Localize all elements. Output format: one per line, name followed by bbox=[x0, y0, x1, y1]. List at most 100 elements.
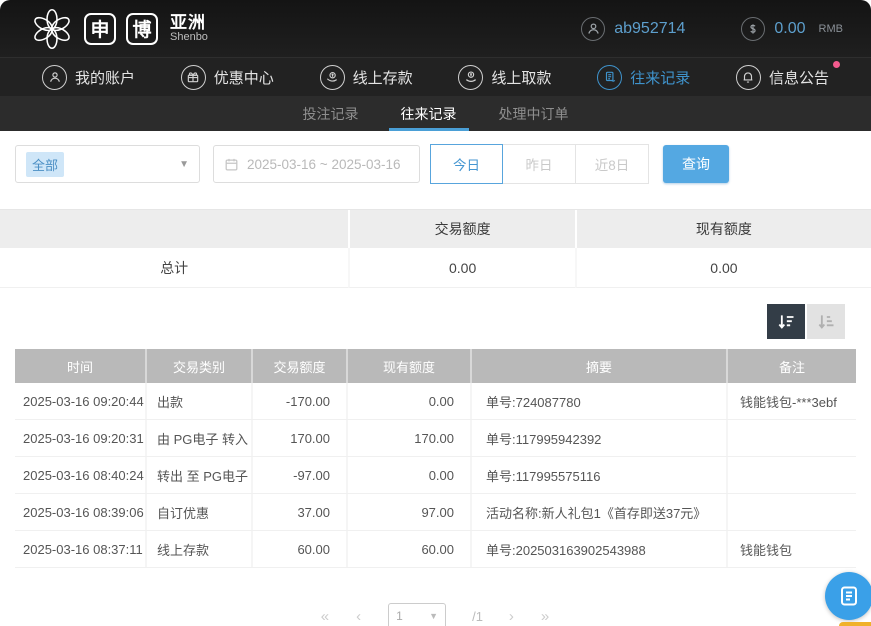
logo-char-bo: 博 bbox=[126, 13, 158, 45]
table-header-cell: 交易额度 bbox=[251, 349, 346, 383]
account-info[interactable]: ab952714 bbox=[581, 17, 685, 41]
balance-info[interactable]: 0.00 RMB bbox=[741, 17, 843, 41]
table-cell: 由 PG电子 转入 bbox=[145, 420, 251, 456]
records-icon bbox=[597, 65, 622, 90]
nav-item-deposit[interactable]: 线上存款 bbox=[320, 65, 413, 90]
tab-pending-orders[interactable]: 处理中订单 bbox=[493, 96, 575, 131]
table-cell: 2025-03-16 09:20:31 bbox=[15, 420, 145, 456]
table-cell: 2025-03-16 08:39:06 bbox=[15, 494, 145, 530]
balance-currency: RMB bbox=[819, 23, 843, 35]
table-cell: 线上存款 bbox=[145, 531, 251, 567]
table-header-cell: 时间 bbox=[15, 349, 145, 383]
table-cell: 60.00 bbox=[251, 531, 346, 567]
quick-date-group: 今日 昨日 近8日 bbox=[430, 144, 649, 184]
nav-label: 往来记录 bbox=[630, 67, 690, 88]
nav-item-promotions[interactable]: 优惠中心 bbox=[181, 65, 274, 90]
table-cell: 钱能钱包-***3ebf bbox=[726, 383, 856, 419]
customer-service-widget[interactable] bbox=[825, 572, 871, 626]
table-cell: 单号:724087780 bbox=[470, 383, 726, 419]
table-row: 2025-03-16 08:40:24转出 至 PG电子-97.000.00单号… bbox=[15, 457, 856, 494]
table-cell: -97.00 bbox=[251, 457, 346, 493]
table-header-row: 时间交易类别交易额度现有额度摘要备注 bbox=[15, 349, 856, 383]
table-row: 2025-03-16 09:20:31由 PG电子 转入170.00170.00… bbox=[15, 420, 856, 457]
table-cell: 0.00 bbox=[346, 383, 470, 419]
user-icon bbox=[581, 17, 605, 41]
sort-ascending-button[interactable] bbox=[807, 304, 845, 339]
table-cell: 97.00 bbox=[346, 494, 470, 530]
search-button[interactable]: 查询 bbox=[663, 145, 729, 183]
table-header-cell: 摘要 bbox=[470, 349, 726, 383]
sort-descending-icon bbox=[776, 312, 796, 332]
withdraw-coin-icon bbox=[458, 65, 483, 90]
table-cell: 170.00 bbox=[251, 420, 346, 456]
table-cell bbox=[726, 420, 856, 456]
summary-header-transaction-amount: 交易额度 bbox=[348, 210, 574, 248]
table-cell: -170.00 bbox=[251, 383, 346, 419]
pagination-current-page: 1 bbox=[396, 609, 403, 623]
table-header-cell: 备注 bbox=[726, 349, 856, 383]
quick-today-button[interactable]: 今日 bbox=[430, 144, 503, 184]
pagination-prev-button[interactable]: ‹ bbox=[356, 608, 362, 625]
table-header-cell: 交易类别 bbox=[145, 349, 251, 383]
type-select[interactable]: 全部 ▼ bbox=[15, 145, 200, 183]
date-range-value: 2025-03-16 ~ 2025-03-16 bbox=[247, 157, 401, 172]
summary-table: 交易额度 现有额度 总计 0.00 0.00 bbox=[0, 209, 871, 288]
table-header-cell: 现有额度 bbox=[346, 349, 470, 383]
pagination-total-pages: /1 bbox=[472, 609, 483, 624]
logo-char-shen: 申 bbox=[84, 13, 116, 45]
nav-item-transactions[interactable]: 往来记录 bbox=[597, 65, 690, 90]
service-chat-button[interactable] bbox=[825, 572, 871, 620]
pagination-page-select[interactable]: 1 ▼ bbox=[388, 603, 446, 626]
nav-label: 信息公告 bbox=[769, 67, 829, 88]
tab-transaction-records[interactable]: 往来记录 bbox=[395, 96, 463, 131]
pagination-last-button[interactable]: » bbox=[541, 608, 550, 625]
main-nav: 我的账户 优惠中心 线上存款 线上取款 往来记录 bbox=[0, 57, 871, 96]
pagination-first-button[interactable]: « bbox=[321, 608, 330, 625]
pagination-next-button[interactable]: › bbox=[509, 608, 515, 625]
nav-item-announcements[interactable]: 信息公告 bbox=[736, 65, 829, 90]
table-cell: 170.00 bbox=[346, 420, 470, 456]
chevron-down-icon: ▼ bbox=[179, 159, 189, 170]
table-cell: 自订优惠 bbox=[145, 494, 251, 530]
gift-icon bbox=[181, 65, 206, 90]
brand-subtitle: Shenbo bbox=[170, 32, 208, 44]
table-cell: 单号:117995942392 bbox=[470, 420, 726, 456]
nav-item-my-account[interactable]: 我的账户 bbox=[42, 65, 135, 90]
brand-logo[interactable]: 申 博 亚洲 Shenbo bbox=[30, 7, 208, 51]
brand-region: 亚洲 bbox=[170, 14, 208, 32]
page: 申 博 亚洲 Shenbo ab952714 0.00 RMB bbox=[0, 0, 871, 626]
deposit-coin-icon bbox=[320, 65, 345, 90]
account-icon bbox=[42, 65, 67, 90]
nav-item-withdraw[interactable]: 线上取款 bbox=[458, 65, 551, 90]
table-cell: 37.00 bbox=[251, 494, 346, 530]
transactions-table: 时间交易类别交易额度现有额度摘要备注 2025-03-16 09:20:44出款… bbox=[15, 349, 856, 568]
summary-total-label: 总计 bbox=[0, 248, 348, 288]
table-cell: 出款 bbox=[145, 383, 251, 419]
tab-bet-records[interactable]: 投注记录 bbox=[297, 96, 365, 131]
table-cell: 60.00 bbox=[346, 531, 470, 567]
flower-logo-icon bbox=[30, 7, 74, 51]
document-chat-icon bbox=[837, 584, 861, 608]
username: ab952714 bbox=[614, 20, 685, 38]
table-row: 2025-03-16 08:37:11线上存款60.0060.00单号:2025… bbox=[15, 531, 856, 568]
balance-amount: 0.00 bbox=[774, 20, 805, 38]
table-cell: 单号:202503163902543988 bbox=[470, 531, 726, 567]
table-cell: 0.00 bbox=[346, 457, 470, 493]
sub-tabs: 投注记录 往来记录 处理中订单 bbox=[0, 96, 871, 131]
sort-descending-button[interactable] bbox=[767, 304, 805, 339]
type-select-value: 全部 bbox=[26, 152, 64, 177]
table-cell: 2025-03-16 08:37:11 bbox=[15, 531, 145, 567]
summary-header: 交易额度 现有额度 bbox=[0, 210, 871, 248]
bell-icon bbox=[736, 65, 761, 90]
table-cell: 钱能钱包 bbox=[726, 531, 856, 567]
widget-tab[interactable] bbox=[839, 622, 871, 626]
table-row: 2025-03-16 09:20:44出款-170.000.00单号:72408… bbox=[15, 383, 856, 420]
table-body: 2025-03-16 09:20:44出款-170.000.00单号:72408… bbox=[15, 383, 856, 568]
quick-yesterday-button[interactable]: 昨日 bbox=[503, 144, 576, 184]
sort-toolbar bbox=[0, 288, 871, 339]
notification-dot bbox=[833, 61, 840, 68]
quick-last8days-button[interactable]: 近8日 bbox=[576, 144, 649, 184]
date-range-input[interactable]: 2025-03-16 ~ 2025-03-16 bbox=[213, 145, 420, 183]
summary-transaction-total: 0.00 bbox=[348, 248, 574, 288]
summary-header-current-amount: 现有额度 bbox=[575, 210, 871, 248]
